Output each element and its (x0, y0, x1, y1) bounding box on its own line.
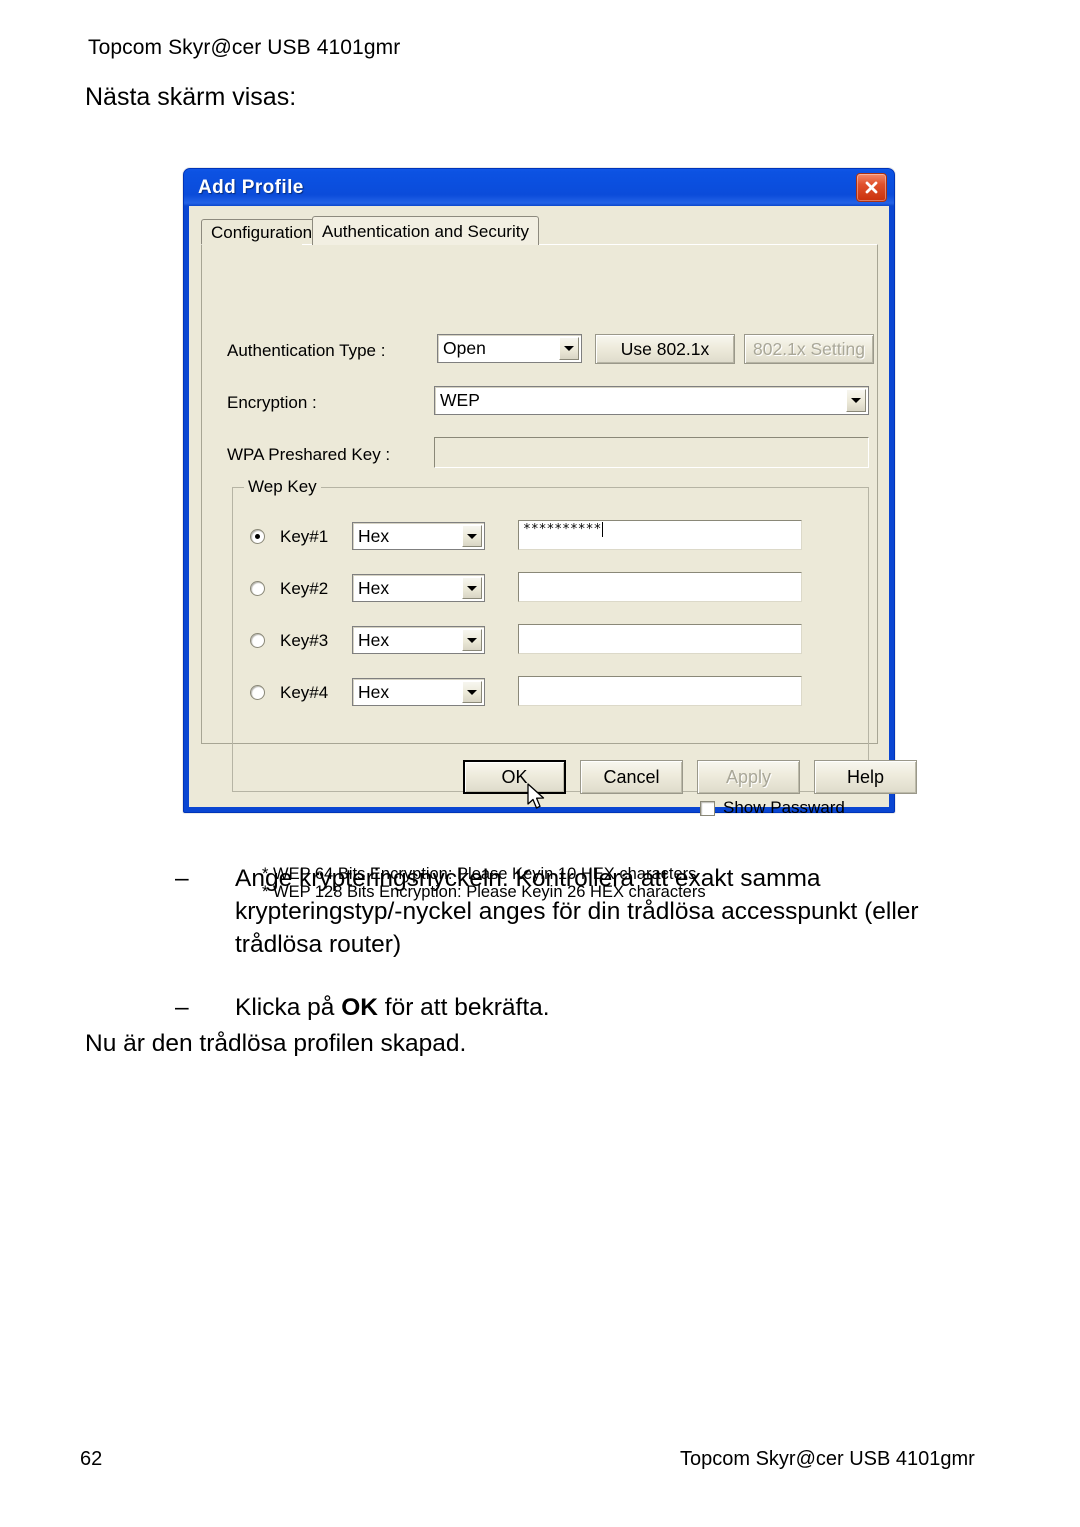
footer-title: Topcom Skyr@cer USB 4101gmr (680, 1448, 975, 1470)
chevron-down-icon[interactable] (846, 389, 866, 412)
tab-panel-authentication-and-security: Authentication Type : Open Use 802.1x 80… (201, 244, 878, 901)
cancel-button[interactable]: Cancel (580, 760, 683, 794)
wpa-preshared-key-label: WPA Preshared Key : (227, 445, 391, 464)
wep-key-1-value: ********** (523, 522, 602, 537)
bullet-text: Klicka på OK för att bekräfta. (235, 991, 975, 1024)
tab-configuration[interactable]: Configuration (201, 219, 323, 245)
encryption-label: Encryption : (227, 393, 317, 412)
tabstrip: Configuration Authentication and Securit… (201, 216, 878, 245)
bullet-text-before: Klicka på (235, 994, 342, 1021)
use-8021x-button[interactable]: Use 802.1x (595, 334, 735, 364)
show-password-checkbox[interactable]: Show Passward (700, 798, 845, 818)
wep-key-4-format-select[interactable]: Hex (352, 678, 485, 706)
wpa-preshared-key-input (434, 437, 869, 468)
chevron-down-icon[interactable] (462, 525, 482, 547)
footer-page-number: 62 (80, 1448, 103, 1470)
closing-paragraph: Nu är den trådlösa profilen skapad. (85, 1030, 467, 1057)
dialog-titlebar[interactable]: Add Profile (184, 169, 894, 206)
wep-key-3-input[interactable] (518, 624, 802, 654)
authentication-type-value: Open (443, 338, 486, 358)
wep-key-2-radio[interactable] (250, 581, 265, 596)
dialog-button-row: OK Cancel Apply Help (190, 760, 917, 794)
wep-key-2-format-value: Hex (358, 577, 390, 598)
wep-key-4-label: Key#4 (280, 683, 329, 702)
add-profile-dialog: Add Profile Configuration Authentication… (183, 168, 917, 901)
page-running-header: Topcom Skyr@cer USB 4101gmr (88, 36, 401, 59)
help-button[interactable]: Help (814, 760, 917, 794)
bullet-dash: – (175, 994, 189, 1021)
wep-key-4-input[interactable] (518, 676, 802, 706)
chevron-down-icon[interactable] (462, 577, 482, 599)
tab-authentication-and-security[interactable]: Authentication and Security (312, 216, 539, 245)
chevron-down-icon[interactable] (462, 681, 482, 703)
apply-button: Apply (697, 760, 800, 794)
encryption-value: WEP (440, 390, 480, 410)
dialog-title: Add Profile (198, 176, 304, 198)
wep-key-group-title: Wep Key (244, 477, 321, 497)
wep-key-1-label: Key#1 (280, 527, 329, 546)
wep-key-3-radio[interactable] (250, 633, 265, 648)
wep-key-3-format-select[interactable]: Hex (352, 626, 485, 654)
wep-key-2-label: Key#2 (280, 579, 329, 598)
bullet-text-bold: OK (341, 994, 378, 1021)
wep-key-1-radio[interactable] (250, 529, 265, 544)
text-caret (602, 522, 604, 537)
wep-key-2-format-select[interactable]: Hex (352, 574, 485, 602)
bullet-text: Ange krypteringsnyckeln. Kontrollera att… (235, 862, 975, 961)
wep-key-1-input[interactable]: ********** (518, 520, 802, 550)
wep-key-3-label: Key#3 (280, 631, 329, 650)
page-intro-text: Nästa skärm visas: (85, 83, 297, 111)
authentication-type-select[interactable]: Open (437, 334, 582, 363)
show-password-label: Show Passward (723, 798, 845, 817)
bullet-text-after: för att bekräfta. (377, 994, 550, 1021)
wep-key-1-format-value: Hex (358, 525, 390, 546)
list-item: – Ange krypteringsnyckeln. Kontrollera a… (175, 862, 975, 961)
ok-button[interactable]: OK (463, 760, 566, 794)
authentication-type-label: Authentication Type : (227, 341, 386, 360)
wep-key-3-format-value: Hex (358, 629, 390, 650)
8021x-setting-button: 802.1x Setting (744, 334, 874, 364)
checkbox-icon[interactable] (700, 800, 715, 816)
close-icon[interactable] (856, 173, 887, 202)
bullet-text-before: Ange krypteringsnyckeln. Kontrollera att… (235, 865, 919, 958)
chevron-down-icon[interactable] (559, 337, 579, 360)
wep-key-2-input[interactable] (518, 572, 802, 602)
chevron-down-icon[interactable] (462, 629, 482, 651)
wep-key-4-radio[interactable] (250, 685, 265, 700)
wep-key-1-format-select[interactable]: Hex (352, 522, 485, 550)
wep-key-4-format-value: Hex (358, 681, 390, 702)
list-item: – Klicka på OK för att bekräfta. (175, 991, 975, 1024)
instruction-list: – Ange krypteringsnyckeln. Kontrollera a… (175, 862, 975, 1054)
bullet-dash: – (175, 865, 189, 892)
encryption-select[interactable]: WEP (434, 386, 869, 415)
dialog-body: Configuration Authentication and Securit… (189, 206, 917, 901)
